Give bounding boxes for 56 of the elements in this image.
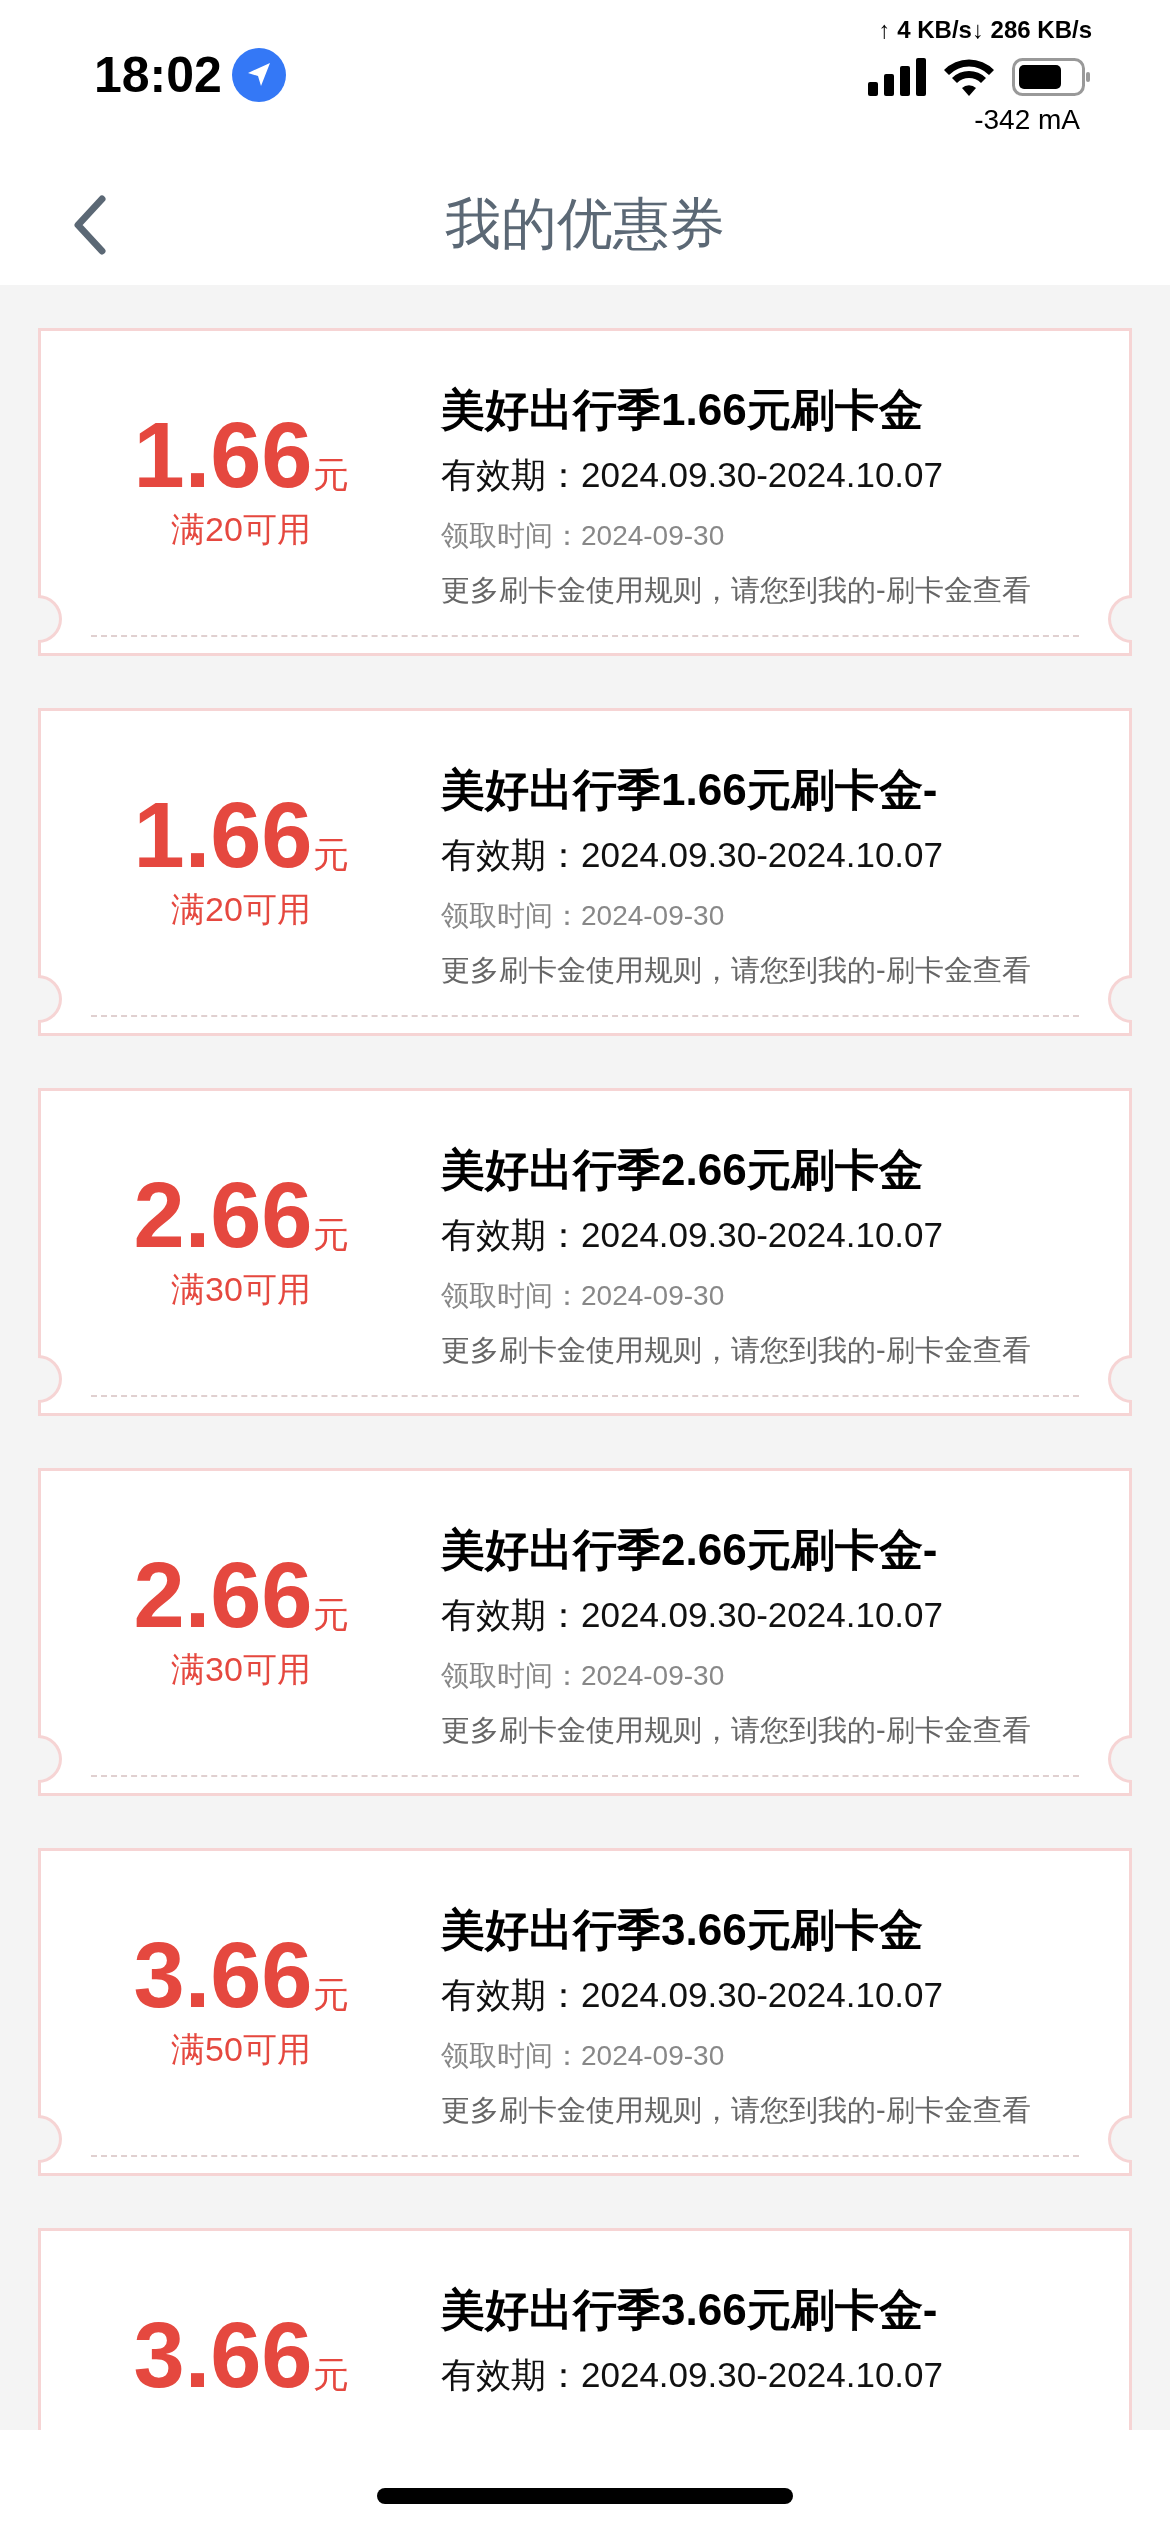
coupon-card[interactable]: 2.66元 满30可用 美好出行季2.66元刷卡金 有效期：2024.09.30-2024.10.07 领取时间：2024-09-30 更多刷卡金使用规则，请您到我的-刷卡金查看 [38,1088,1132,1416]
ticket-notch [1108,1355,1132,1403]
coupon-condition: 满20可用 [171,889,311,930]
usage-note: 更多刷卡金使用规则，请您到我的-刷卡金查看 [441,1333,1031,1368]
battery-current: -342 mA [974,104,1080,136]
ticket-notch [38,1735,62,1783]
coupon-amount: 3.66元 [133,2309,349,2401]
ticket-notch [38,975,62,1023]
validity-period: 有效期：2024.09.30-2024.10.07 [441,1594,944,1636]
coupon-amount: 3.66元 [133,1929,349,2021]
ticket-notch [1108,1735,1132,1783]
validity-period: 有效期：2024.09.30-2024.10.07 [441,454,944,496]
ticket-notch [38,2115,62,2163]
coupon-amount: 2.66元 [133,1549,349,1641]
coupon-card[interactable]: 3.66元 美好出行季3.66元刷卡金- 有效期：2024.09.30-2024.10.07 [38,2228,1132,2430]
coupon-title: 美好出行季2.66元刷卡金- [441,1524,939,1576]
network-speed: ↑ 4 KB/s↓ 286 KB/s [878,16,1092,44]
coupon-card[interactable]: 2.66元 满30可用 美好出行季2.66元刷卡金- 有效期：2024.09.30-2024.10.07 领取时间：2024-09-30 更多刷卡金使用规则，请您到我的-刷卡金查看 [38,1468,1132,1796]
coupon-card[interactable]: 1.66元 满20可用 美好出行季1.66元刷卡金 有效期：2024.09.30-2024.10.07 领取时间：2024-09-30 更多刷卡金使用规则，请您到我的-刷卡金查看 [38,328,1132,656]
usage-note: 更多刷卡金使用规则，请您到我的-刷卡金查看 [441,2093,1031,2128]
coupon-title: 美好出行季2.66元刷卡金 [441,1144,924,1196]
validity-period: 有效期：2024.09.30-2024.10.07 [441,2354,943,2396]
claim-time: 领取时间：2024-09-30 [441,2039,726,2073]
coupon-title: 美好出行季1.66元刷卡金 [441,384,924,436]
page-title: 我的优惠券 [445,191,725,257]
coupon-condition: 满30可用 [171,1649,311,1690]
signal-icon [868,58,926,96]
coupon-amount: 1.66元 [133,409,349,501]
claim-time: 领取时间：2024-09-30 [441,1659,726,1693]
ticket-notch [1108,595,1132,643]
validity-period: 有效期：2024.09.30-2024.10.07 [441,1214,944,1256]
usage-note: 更多刷卡金使用规则，请您到我的-刷卡金查看 [441,1713,1031,1748]
validity-period: 有效期：2024.09.30-2024.10.07 [441,834,944,876]
ticket-notch [1108,975,1132,1023]
usage-note: 更多刷卡金使用规则，请您到我的-刷卡金查看 [441,953,1031,988]
wifi-icon [944,58,994,96]
claim-time: 领取时间：2024-09-30 [441,1279,726,1313]
validity-period: 有效期：2024.09.30-2024.10.07 [441,1974,944,2016]
coupon-card[interactable]: 3.66元 满50可用 美好出行季3.66元刷卡金 有效期：2024.09.30-2024.10.07 领取时间：2024-09-30 更多刷卡金使用规则，请您到我的-刷卡金查看 [38,1848,1132,2176]
coupon-title: 美好出行季3.66元刷卡金- [441,2284,939,2336]
coupon-amount: 2.66元 [133,1169,349,1261]
coupon-condition: 满20可用 [171,509,311,550]
claim-time: 领取时间：2024-09-30 [441,519,726,553]
usage-note: 更多刷卡金使用规则，请您到我的-刷卡金查看 [441,573,1031,608]
claim-time: 领取时间：2024-09-30 [441,899,726,933]
coupon-title: 美好出行季3.66元刷卡金 [441,1904,924,1956]
battery-icon [1012,58,1092,96]
ticket-notch [38,1355,62,1403]
coupon-amount: 1.66元 [133,789,349,881]
status-time: 18:02 [94,46,222,104]
coupon-card[interactable]: 1.66元 满20可用 美好出行季1.66元刷卡金- 有效期：2024.09.30-2024.10.07 领取时间：2024-09-30 更多刷卡金使用规则，请您到我的-刷卡金查看 [38,708,1132,1036]
ticket-notch [1108,2115,1132,2163]
coupon-title: 美好出行季1.66元刷卡金- [441,764,939,816]
coupon-condition: 满30可用 [171,1269,311,1310]
coupon-condition: 满50可用 [171,2029,311,2070]
ticket-notch [38,595,62,643]
